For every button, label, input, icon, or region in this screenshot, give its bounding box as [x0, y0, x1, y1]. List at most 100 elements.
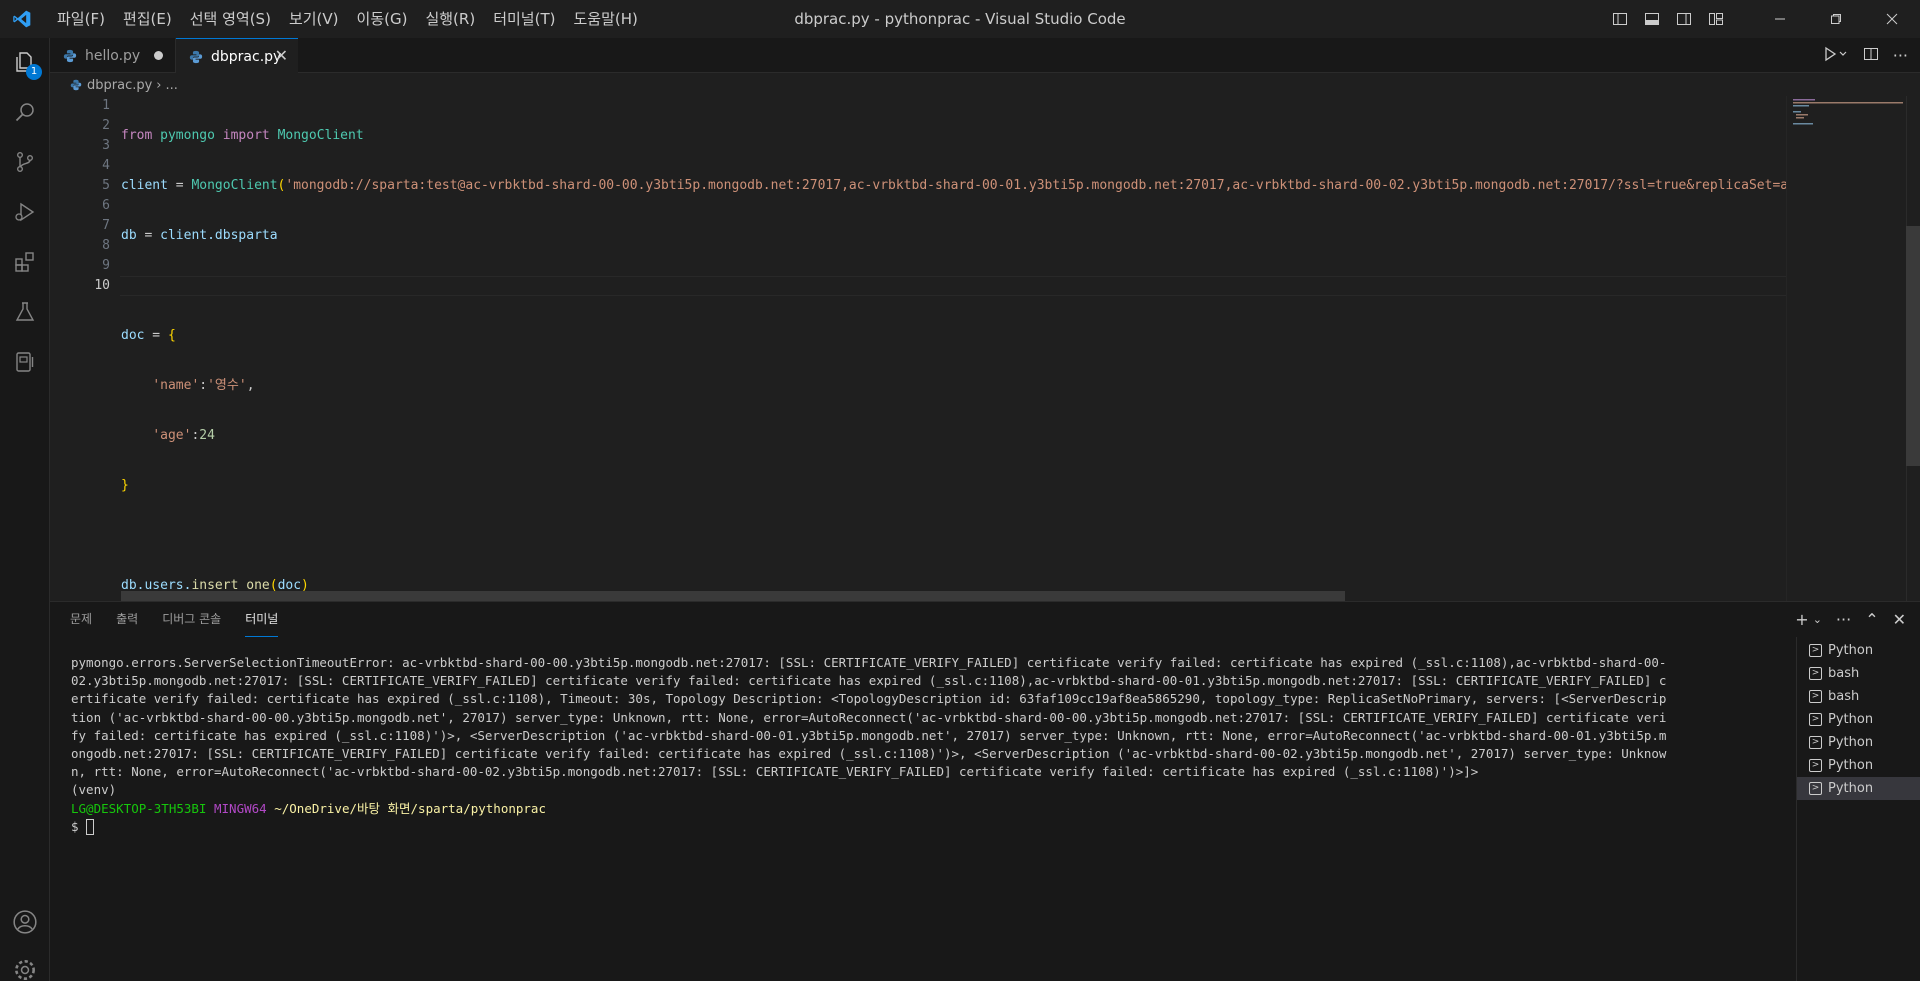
terminal-item-label: Python — [1828, 712, 1874, 727]
number-literal: 24 — [199, 428, 215, 443]
terminal-item[interactable]: > Python — [1797, 754, 1920, 777]
minimize-icon[interactable] — [1752, 0, 1808, 38]
variable: client — [160, 228, 208, 243]
vscode-logo-icon[interactable] — [0, 0, 44, 38]
class-name: MongoClient — [277, 128, 364, 143]
editor-horizontal-scrollbar[interactable] — [121, 591, 1345, 601]
prompt-user: LG@DESKTOP-3TH53BI — [71, 800, 207, 816]
tab-terminal[interactable]: 터미널 — [245, 602, 279, 637]
code-line: client = MongoClient('mongodb://sparta:t… — [121, 176, 1831, 196]
terminal-item[interactable]: > Python — [1797, 731, 1920, 754]
close-tab-icon[interactable]: ✕ — [275, 46, 288, 65]
remote-explorer-icon[interactable] — [0, 338, 50, 386]
editor-tabs: hello.py dbprac.py ✕ ··· — [50, 38, 1920, 74]
terminal-item-label: Python — [1828, 643, 1874, 658]
string-literal: 'age' — [152, 428, 192, 443]
terminal-list: > Python > bash > bash > Python > Python > Pyt… — [1796, 637, 1920, 981]
menu-run[interactable]: 실행(R) — [416, 0, 484, 38]
run-python-file-icon[interactable] — [1823, 46, 1849, 66]
line-number: 9 — [102, 258, 110, 273]
terminal-item-label: bash — [1828, 666, 1860, 681]
explorer-icon[interactable]: 1 — [0, 38, 50, 86]
customize-layout-icon[interactable] — [1700, 0, 1732, 38]
terminal-item[interactable]: > bash — [1797, 662, 1920, 685]
line-number: 6 — [102, 198, 110, 213]
tab-dbprac-py[interactable]: dbprac.py ✕ — [176, 38, 298, 74]
module-name: pymongo — [160, 128, 215, 143]
menu-terminal[interactable]: 터미널(T) — [484, 0, 564, 38]
terminal-item[interactable]: > Python — [1797, 639, 1920, 662]
menu-go[interactable]: 이동(G) — [348, 0, 417, 38]
menu-edit[interactable]: 편집(E) — [114, 0, 181, 38]
new-terminal-icon[interactable]: + — [1795, 610, 1808, 629]
terminal-item-selected[interactable]: > Python — [1797, 777, 1920, 800]
panel-actions: + ⌄ ··· ⌃ ✕ — [1795, 602, 1906, 637]
string-literal: '영수' — [207, 378, 247, 393]
breadcrumb-file[interactable]: dbprac.py — [87, 78, 152, 93]
menu-view[interactable]: 보기(V) — [280, 0, 348, 38]
terminal-cursor — [86, 819, 95, 836]
split-editor-icon[interactable] — [1863, 46, 1879, 66]
tab-problems[interactable]: 문제 — [70, 602, 92, 637]
minimap[interactable] — [1786, 96, 1906, 601]
unsaved-dot-icon[interactable] — [154, 51, 163, 60]
testing-icon[interactable] — [0, 288, 50, 336]
terminal-input-line[interactable]: $ — [71, 818, 1821, 836]
terminal-item-label: bash — [1828, 689, 1860, 704]
breadcrumb-symbols[interactable]: ... — [166, 78, 178, 93]
search-icon[interactable] — [0, 88, 50, 136]
terminal-line: ongodb.net:27017: [SSL: CERTIFICATE_VERI… — [71, 745, 1667, 761]
variable: doc — [121, 328, 145, 343]
terminal-line: fy failed: certificate has expired (_ssl… — [71, 727, 1667, 743]
terminal-prompt-line: LG@DESKTOP-3TH53BI MINGW64 ~/OneDrive/바탕… — [71, 800, 1821, 818]
operator: = — [167, 178, 192, 193]
menu-file[interactable]: 파일(F) — [48, 0, 114, 38]
variable: db — [121, 228, 137, 243]
chevron-down-icon[interactable]: ⌄ — [1813, 613, 1822, 626]
terminal-line: (venv) — [71, 782, 117, 798]
class-name: MongoClient — [191, 178, 278, 193]
more-actions-icon[interactable]: ··· — [1893, 46, 1908, 65]
toggle-primary-sidebar-icon[interactable] — [1604, 0, 1636, 38]
toggle-secondary-sidebar-icon[interactable] — [1668, 0, 1700, 38]
terminal-line: pymongo.errors.ServerSelectionTimeoutErr… — [71, 655, 1667, 670]
terminal-line: n, rtt: None, error=AutoReconnect('ac-vr… — [71, 764, 1479, 780]
keyword: import — [222, 128, 270, 143]
terminal-icon: > — [1809, 690, 1822, 703]
extensions-icon[interactable] — [0, 238, 50, 286]
run-and-debug-icon[interactable] — [0, 188, 50, 236]
tab-hello-py[interactable]: hello.py — [50, 38, 176, 73]
code-line: 'age':24 — [121, 426, 1831, 446]
terminal-icon: > — [1809, 759, 1822, 772]
terminal-item[interactable]: > bash — [1797, 685, 1920, 708]
close-panel-icon[interactable]: ✕ — [1893, 610, 1906, 629]
more-actions-icon[interactable]: ··· — [1836, 610, 1851, 629]
menu-help[interactable]: 도움말(H) — [564, 0, 646, 38]
menu-selection[interactable]: 선택 영역(S) — [181, 0, 280, 38]
attribute: .dbsparta — [207, 228, 278, 243]
line-number: 4 — [102, 158, 110, 173]
tab-label: hello.py — [85, 47, 141, 64]
tab-debug-console[interactable]: 디버그 콘솔 — [162, 602, 221, 637]
string-literal: 'mongodb://sparta:test@ac-vrbktbd-shard-… — [285, 178, 1831, 193]
tab-output[interactable]: 출력 — [116, 602, 138, 637]
line-number: 3 — [102, 138, 110, 153]
terminal-icon: > — [1809, 667, 1822, 680]
restore-icon[interactable] — [1808, 0, 1864, 38]
source-control-icon[interactable] — [0, 138, 50, 186]
terminal-item[interactable]: > Python — [1797, 708, 1920, 731]
manage-gear-icon[interactable] — [0, 946, 50, 981]
python-file-icon — [63, 49, 77, 62]
string-literal: 'name' — [152, 378, 200, 393]
toggle-panel-icon[interactable] — [1636, 0, 1668, 38]
maximize-panel-icon[interactable]: ⌃ — [1865, 610, 1878, 629]
accounts-icon[interactable] — [0, 898, 50, 946]
scrollbar-thumb[interactable] — [1906, 226, 1920, 466]
editor-vertical-scrollbar[interactable] — [1906, 96, 1920, 601]
code-editor[interactable]: 1 2 3 4 5 6 7 8 9 10 from pymongo import… — [50, 96, 1920, 601]
code-line: doc = { — [121, 326, 1831, 346]
terminal-output[interactable]: pymongo.errors.ServerSelectionTimeoutErr… — [71, 654, 1821, 836]
close-window-icon[interactable] — [1864, 0, 1920, 38]
